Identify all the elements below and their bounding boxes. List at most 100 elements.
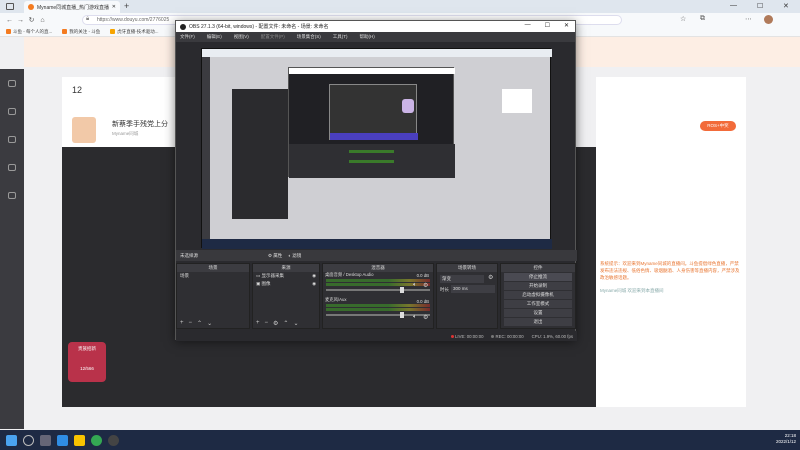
room-header: 12 新蔡季手残党上分 Myname同城 <box>62 77 182 147</box>
move-up-icon[interactable]: ⌃ <box>283 320 288 327</box>
duration-input[interactable]: 300 ms <box>451 285 495 293</box>
controls-header: 控件 <box>501 264 575 272</box>
rail-item-game[interactable] <box>0 181 24 209</box>
menu-view[interactable]: 视图(V) <box>234 34 249 40</box>
edge-icon[interactable] <box>57 434 68 446</box>
preview-browser-bar <box>202 49 552 57</box>
windows-start-icon[interactable] <box>6 434 17 446</box>
transition-select[interactable]: 渐变 <box>440 275 484 283</box>
badge-title: 贵族招新 <box>78 346 96 351</box>
favorite-link-follow[interactable]: 我的关注 - 斗鱼 <box>62 29 100 35</box>
volume-handle[interactable] <box>400 287 404 293</box>
transitions-dock: 场景转场 渐变 ⚙ 时长 300 ms <box>436 263 498 329</box>
move-up-icon[interactable]: ⌃ <box>197 320 202 327</box>
system-clock[interactable]: 22:18 2022/1/12 <box>776 433 796 445</box>
remove-scene-icon[interactable]: − <box>189 320 193 326</box>
host-avatar[interactable] <box>72 117 96 143</box>
add-source-icon[interactable]: + <box>256 320 260 326</box>
minimize-icon[interactable]: — <box>730 2 737 9</box>
mixer-dock: 混音器 桌面音频 / Desktop Audio 0.0 dB 麦克风/Aux … <box>322 263 434 329</box>
menu-edit[interactable]: 编辑(E) <box>207 34 222 40</box>
visibility-eye-icon[interactable]: ◉ <box>312 272 316 280</box>
obs-maximize-icon[interactable]: ☐ <box>545 22 550 29</box>
favorite-link-douyu[interactable]: 斗鱼 - 每个人的直... <box>6 29 52 35</box>
mixer-db: 0.0 dB <box>416 273 429 278</box>
start-recording-button[interactable]: 开始录制 <box>504 282 572 290</box>
move-down-icon[interactable]: ⌄ <box>207 320 212 327</box>
obs-close-icon[interactable]: ✕ <box>564 22 569 29</box>
obs-minimize-icon[interactable]: — <box>525 22 531 29</box>
volume-slider[interactable] <box>326 287 430 293</box>
nested-meter <box>349 160 394 163</box>
gear-icon[interactable]: ⚙ <box>423 282 428 289</box>
obs-taskbar-icon[interactable] <box>108 434 119 446</box>
gear-icon[interactable]: ⚙ <box>488 274 493 281</box>
gear-icon[interactable]: ⚙ <box>423 314 428 321</box>
transitions-header: 场景转场 <box>437 264 497 272</box>
menu-help[interactable]: 帮助(H) <box>360 34 375 40</box>
favorite-link-huya[interactable]: 虎牙直播-技术驱动... <box>110 29 159 35</box>
close-tab-icon[interactable]: ✕ <box>112 4 116 10</box>
chrome-icon[interactable] <box>91 434 102 446</box>
rail-item-category[interactable] <box>0 97 24 125</box>
rail-item-video[interactable] <box>0 153 24 181</box>
source-settings-icon[interactable]: ⚙ <box>273 320 278 327</box>
properties-button[interactable]: ⚙ 属性 <box>268 253 282 259</box>
profile-avatar[interactable] <box>764 15 773 24</box>
visibility-eye-icon[interactable]: ◉ <box>312 280 316 288</box>
cpu-status: CPU: 1.9%, 60.00 fps <box>531 333 573 339</box>
chat-system-notice: 系统提示：欢迎来到Myname同城的直播间。斗鱼提倡绿色直播，严禁发布违法违规、… <box>600 261 740 280</box>
settings-button[interactable]: 设置 <box>504 309 572 317</box>
video-icon <box>8 163 16 171</box>
speaker-icon[interactable]: 🔈︎ <box>413 314 417 321</box>
studio-mode-button[interactable]: 工作室模式 <box>504 300 572 308</box>
add-scene-icon[interactable]: + <box>180 320 184 326</box>
menu-profile[interactable]: 配置文件(P) <box>261 34 285 40</box>
controls-dock: 控件 停止推流 开始录制 启动虚拟摄像机 工作室模式 设置 退出 <box>500 263 576 329</box>
douyu-favicon-icon <box>62 29 68 34</box>
noble-badge-card[interactable]: 贵族招新 12/566 <box>68 342 106 382</box>
obs-preview[interactable] <box>201 48 552 249</box>
filters-button[interactable]: ◐ 滤镜 <box>288 253 301 259</box>
remove-source-icon[interactable]: − <box>265 320 269 326</box>
search-icon[interactable] <box>23 434 34 446</box>
start-virtual-camera-button[interactable]: 启动虚拟摄像机 <box>504 291 572 299</box>
sources-header: 来源 <box>253 264 319 272</box>
new-tab-button[interactable]: + <box>124 1 129 11</box>
close-window-icon[interactable]: ✕ <box>783 2 789 10</box>
back-icon[interactable]: ← <box>4 17 15 24</box>
volume-handle[interactable] <box>400 312 404 318</box>
menu-tools[interactable]: 工具(T) <box>333 34 348 40</box>
menu-file[interactable]: 文件(F) <box>180 34 195 40</box>
move-down-icon[interactable]: ⌄ <box>293 320 298 327</box>
home-icon[interactable]: ⌂ <box>37 17 48 24</box>
refresh-icon[interactable]: ↻ <box>26 16 37 24</box>
folder-icon[interactable] <box>74 434 85 446</box>
host-name[interactable]: Myname同城 <box>112 131 138 137</box>
menu-scene-collection[interactable]: 场景集合(S) <box>297 34 321 40</box>
douyu-favicon-icon <box>6 29 11 34</box>
source-item-image[interactable]: ▣ 图像 ◉ <box>253 280 319 288</box>
source-item-display[interactable]: ▭ 显示器采集 ◉ <box>253 272 319 280</box>
menu-dots-icon[interactable]: ⋯ <box>745 15 752 23</box>
forward-icon[interactable]: → <box>15 17 26 24</box>
task-view-icon[interactable] <box>40 434 51 446</box>
exit-button[interactable]: 退出 <box>504 318 572 326</box>
rail-item-recommend[interactable] <box>0 69 24 97</box>
maximize-icon[interactable]: ☐ <box>757 2 763 10</box>
ros-button[interactable]: ROS+中奖 <box>700 121 736 131</box>
tab-actions-icon[interactable] <box>6 3 14 10</box>
audio-meter <box>326 308 430 311</box>
collections-icon[interactable]: ⧉ <box>700 15 705 23</box>
tv-icon <box>8 135 16 143</box>
scene-item[interactable]: 场景 <box>177 272 249 280</box>
chat-area: 系统提示：欢迎来到Myname同城的直播间。斗鱼提倡绿色直播，严禁发布违法违规、… <box>600 260 740 294</box>
scenes-dock: 场景 场景 + − ⌃ ⌄ <box>176 263 250 329</box>
badge-count: 12/566 <box>80 366 94 371</box>
lock-icon[interactable]: 🔒︎ <box>86 16 89 23</box>
rail-item-live[interactable] <box>0 125 24 153</box>
stop-streaming-button[interactable]: 停止推流 <box>504 273 572 281</box>
favorites-star-icon[interactable]: ☆ <box>680 15 686 23</box>
browser-tab[interactable]: Myname同城直播_热门游戏直播 ✕ <box>24 1 120 13</box>
speaker-icon[interactable]: 🔈︎ <box>413 282 417 289</box>
